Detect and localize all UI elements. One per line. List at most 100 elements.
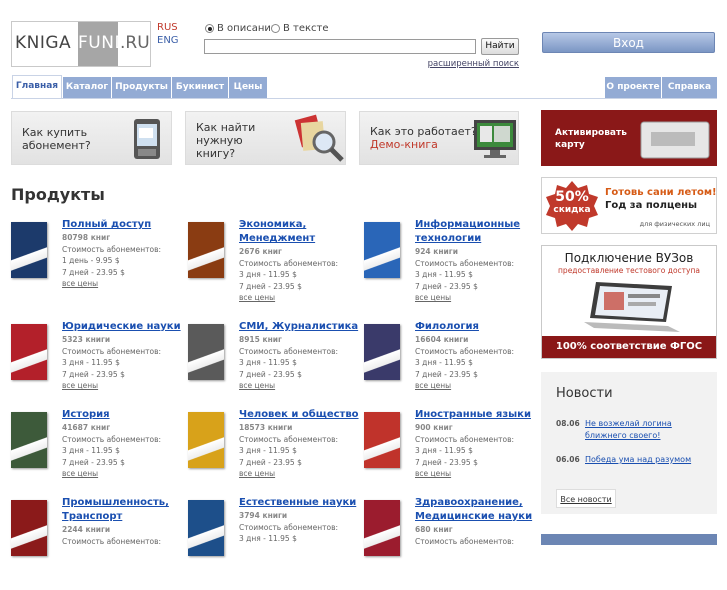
product-name-link[interactable]: СМИ, Журналистика (239, 320, 358, 334)
product-meta: 680 книг Стоимость абонементов: (415, 524, 514, 547)
tab-help[interactable]: Справка (662, 77, 717, 98)
product-price: 7 дней - 23.95 $ (239, 281, 302, 291)
product-meta: 18573 книги Стоимость абонементов: 3 дня -… (239, 422, 338, 480)
product-all-prices-link[interactable]: все цены (239, 380, 338, 392)
product-all-prices-link[interactable]: все цены (415, 468, 514, 480)
banner-how-it-works[interactable]: Как это работает? Демо-книга (359, 111, 519, 165)
product-all-prices-link[interactable]: все цены (239, 292, 338, 304)
book-cover-image[interactable] (188, 412, 224, 468)
book-cover-image[interactable] (11, 222, 47, 278)
laptop-icon (584, 282, 680, 332)
book-cover-image[interactable] (188, 222, 224, 278)
site-logo[interactable]: KNIGA FUND .RU (11, 21, 151, 67)
banner-find-line3: книгу? (196, 147, 236, 160)
product-meta: 16604 книги Стоимость абонементов: 3 дня -… (415, 334, 514, 392)
product-price-label: Стоимость абонементов: (62, 434, 162, 444)
product-all-prices-link[interactable]: все цены (62, 380, 161, 392)
product-name-link[interactable]: Промышленность, Транспорт (62, 496, 169, 524)
tab-bukinist[interactable]: Букинист (172, 77, 228, 98)
product-book-count: 2244 книги (62, 525, 111, 534)
all-news-button[interactable]: Все новости (556, 489, 616, 508)
product-name-link[interactable]: Полный доступ (62, 218, 151, 232)
tab-about[interactable]: О проекте (605, 77, 661, 98)
product-all-prices-link[interactable]: все цены (239, 468, 338, 480)
news-date: 06.06 (556, 455, 580, 464)
news-link-2[interactable]: Победа ума над разумом (585, 454, 691, 466)
radio-search-text[interactable]: В тексте (271, 23, 329, 34)
product-book-count: 900 книг (415, 423, 453, 432)
search-button[interactable]: Найти (481, 38, 519, 55)
products-title: Продукты (11, 185, 105, 204)
banner-find-line2: нужную (196, 134, 243, 147)
product-item: Экономика, Менеджмент 2676 книг Стоимость а… (188, 219, 358, 312)
news-link-1[interactable]: Не возжелай логина ближнего своего! (585, 418, 672, 442)
product-price-label: Стоимость абонементов: (239, 434, 339, 444)
product-name-link[interactable]: Экономика, Менеджмент (239, 218, 315, 246)
product-price-label: Стоимость абонементов: (415, 346, 515, 356)
product-price: 7 дней - 23.95 $ (62, 457, 125, 467)
book-cover-image[interactable] (364, 222, 400, 278)
vuz-title: Подключение ВУЗов (564, 251, 694, 265)
radio-text-label: В тексте (283, 23, 329, 34)
product-item: Здравоохранение, Медицинские науки 680 кни… (364, 497, 534, 590)
product-price: 7 дней - 23.95 $ (415, 369, 478, 379)
book-cover-image[interactable] (188, 500, 224, 556)
product-name-link[interactable]: Филология (415, 320, 479, 334)
tab-home[interactable]: Главная (12, 75, 62, 98)
banner-how-to-find[interactable]: Как найти нужную книгу? (185, 111, 346, 165)
product-price: 3 дня - 11.95 $ (239, 358, 297, 367)
tab-products[interactable]: Продукты (112, 77, 171, 98)
radio-search-description[interactable]: В описании (205, 23, 277, 34)
logo-fund-block: FUND (78, 22, 128, 66)
book-cover-image[interactable] (11, 500, 47, 556)
banner-find-line1: Как найти (196, 121, 256, 134)
product-name-link[interactable]: Здравоохранение, Медицинские науки (415, 496, 532, 524)
product-price-label: Стоимость абонементов: (62, 536, 162, 546)
product-name-link[interactable]: Иностранные языки (415, 408, 531, 422)
product-name-link[interactable]: Юридические науки (62, 320, 181, 334)
book-cover-image[interactable] (364, 412, 400, 468)
book-cover-image[interactable] (188, 324, 224, 380)
book-cover-image[interactable] (364, 324, 400, 380)
product-all-prices-link[interactable]: все цены (415, 380, 514, 392)
product-name-link[interactable]: Информационные технологии (415, 218, 520, 246)
lang-eng-link[interactable]: ENG (157, 35, 179, 46)
product-all-prices-link[interactable]: все цены (62, 278, 161, 290)
book-cover-image[interactable] (11, 412, 47, 468)
product-all-prices-link[interactable]: все цены (415, 292, 514, 304)
product-item: Иностранные языки 900 книг Стоимость абоне… (364, 409, 534, 502)
book-cover-image[interactable] (364, 500, 400, 556)
advanced-search-link[interactable]: расширенный поиск (428, 59, 519, 69)
product-name-link[interactable]: Естественные науки (239, 496, 356, 510)
phone-icon (134, 119, 160, 159)
tab-prices[interactable]: Цены (229, 77, 267, 98)
product-all-prices-link[interactable]: все цены (62, 468, 161, 480)
card-icon (640, 121, 710, 159)
product-price: 3 дня - 11.95 $ (415, 270, 473, 279)
banner-promo[interactable]: 50% скидка Готовь сани летом! Год за пол… (541, 177, 717, 234)
product-meta: 2244 книги Стоимость абонементов: (62, 524, 161, 547)
product-name-link[interactable]: Человек и общество (239, 408, 359, 422)
banner-demo-link: Демо-книга (370, 138, 438, 151)
login-button[interactable]: Вход (542, 32, 715, 53)
product-book-count: 2676 книг (239, 247, 282, 256)
product-meta: 41687 книг Стоимость абонементов: 3 дня - … (62, 422, 161, 480)
tab-catalog[interactable]: Каталог (63, 77, 111, 98)
product-item: СМИ, Журналистика 8915 книг Стоимость абон… (188, 321, 358, 414)
product-book-count: 924 книги (415, 247, 458, 256)
banner-activate-card[interactable]: Активировать карту (541, 110, 717, 166)
promo-line1: Готовь сани летом! (605, 187, 717, 198)
banner-vuz[interactable]: Подключение ВУЗов предоставление тестово… (541, 245, 717, 359)
banner-how-to-buy[interactable]: Как купить абонемент? (11, 111, 172, 165)
product-meta: 924 книги Стоимость абонементов: 3 дня - 1… (415, 246, 514, 304)
product-name-link[interactable]: История (62, 408, 110, 422)
book-cover-image[interactable] (11, 324, 47, 380)
monitor-icon (474, 120, 516, 158)
promo-percent: 50% (555, 189, 589, 205)
lang-rus-link[interactable]: RUS (157, 22, 178, 33)
product-price-label: Стоимость абонементов: (62, 244, 162, 254)
search-input[interactable] (204, 39, 476, 54)
product-price: 7 дней - 23.95 $ (239, 457, 302, 467)
product-item: Информационные технологии 924 книги Стоимос… (364, 219, 534, 312)
product-name-line: Человек и общество (239, 409, 359, 420)
